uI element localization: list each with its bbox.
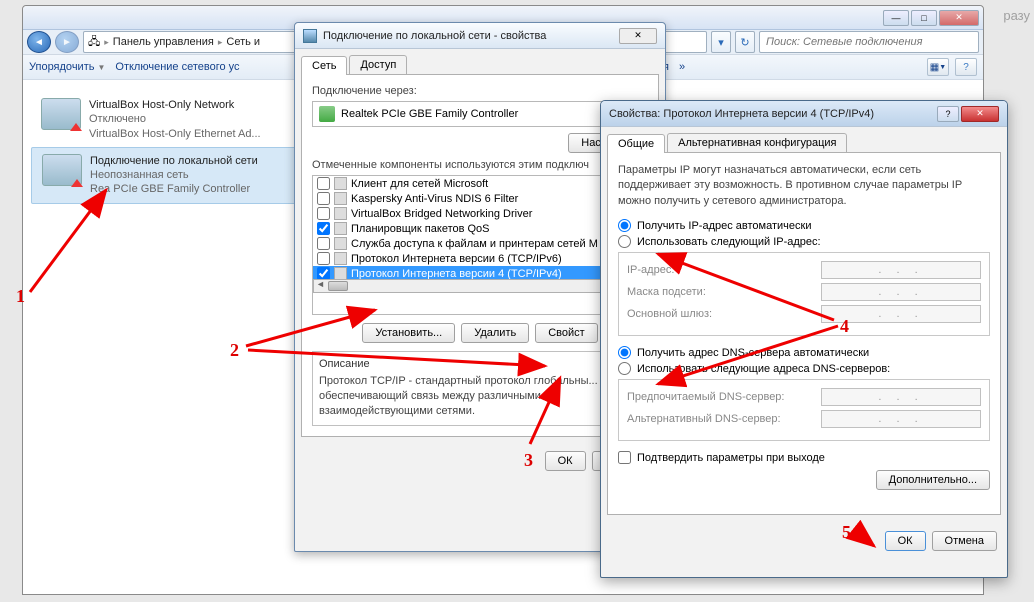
dns2-input: . . . xyxy=(821,410,981,428)
annotation-3: 3 xyxy=(524,450,533,471)
component-checkbox[interactable] xyxy=(317,207,330,220)
component-row: Kaspersky Anti-Virus NDIS 6 Filter xyxy=(313,191,647,206)
dialog-titlebar: Свойства: Протокол Интернета версии 4 (T… xyxy=(601,101,1007,127)
component-list[interactable]: Клиент для сетей Microsoft Kaspersky Ant… xyxy=(312,175,648,315)
cancel-button[interactable]: Отмена xyxy=(932,531,997,551)
dns1-label: Предпочитаемый DNS-сервер: xyxy=(627,391,784,403)
ip-address-input: . . . xyxy=(821,261,981,279)
annotation-4: 4 xyxy=(840,316,849,337)
component-icon xyxy=(334,252,347,265)
ok-button[interactable]: ОК xyxy=(545,451,586,471)
component-row: Служба доступа к файлам и принтерам сете… xyxy=(313,236,647,251)
component-row: Планировщик пакетов QoS xyxy=(313,221,647,236)
forward-button[interactable]: ► xyxy=(55,31,79,53)
refresh-button[interactable]: ↻ xyxy=(735,31,755,53)
component-icon xyxy=(334,192,347,205)
horizontal-scrollbar[interactable] xyxy=(313,279,647,293)
dialog-close-button[interactable]: ✕ xyxy=(961,106,999,122)
radio-manual-ip[interactable]: Использовать следующий IP-адрес: xyxy=(618,235,990,248)
intro-text: Параметры IP могут назначаться автоматич… xyxy=(618,163,990,209)
component-checkbox[interactable] xyxy=(317,222,330,235)
component-checkbox[interactable] xyxy=(317,252,330,265)
dialog-title-text: Подключение по локальной сети - свойства xyxy=(323,30,546,42)
adapter-field: Realtek PCIe GBE Family Controller xyxy=(312,101,648,127)
back-button[interactable]: ◄ xyxy=(27,31,51,53)
dialog-titlebar: Подключение по локальной сети - свойства… xyxy=(295,23,665,49)
annotation-5: 5 xyxy=(842,522,851,543)
confirm-label: Подтвердить параметры при выходе xyxy=(637,452,825,464)
components-label: Отмеченные компоненты используются этим … xyxy=(312,159,648,171)
ip-fields-group: IP-адрес: . . . Маска подсети: . . . Основ… xyxy=(618,252,990,336)
view-icon[interactable]: ▦▼ xyxy=(927,58,949,76)
help-icon[interactable]: ? xyxy=(955,58,977,76)
confirm-checkbox[interactable] xyxy=(618,451,631,464)
adapter-icon xyxy=(42,154,82,186)
toolbar-disable[interactable]: Отключение сетевого ус xyxy=(115,61,239,73)
tab-alt-config[interactable]: Альтернативная конфигурация xyxy=(667,133,847,152)
properties-button[interactable]: Свойст xyxy=(535,323,597,343)
toolbar-more[interactable]: » xyxy=(679,61,685,73)
dialog-icon xyxy=(303,29,317,43)
breadcrumb-icon: 🖧 xyxy=(88,33,100,52)
component-row: Протокол Интернета версии 6 (TCP/IPv6) xyxy=(313,251,647,266)
close-button[interactable]: ✕ xyxy=(939,10,979,26)
remove-button[interactable]: Удалить xyxy=(461,323,529,343)
maximize-button[interactable]: □ xyxy=(911,10,937,26)
component-icon xyxy=(334,237,347,250)
annotation-2: 2 xyxy=(230,340,239,361)
search-input[interactable] xyxy=(759,31,979,53)
dialog-close-button[interactable]: ✕ xyxy=(619,28,657,44)
component-checkbox[interactable] xyxy=(317,177,330,190)
radio-auto-ip[interactable]: Получить IP-адрес автоматически xyxy=(618,219,990,232)
ok-button[interactable]: ОК xyxy=(885,531,926,551)
tab-access[interactable]: Доступ xyxy=(349,55,407,74)
dns-fields-group: Предпочитаемый DNS-сервер: . . . Альтерна… xyxy=(618,379,990,441)
ip-address-label: IP-адрес: xyxy=(627,264,674,276)
mask-label: Маска подсети: xyxy=(627,286,706,298)
background-text: разу xyxy=(1003,8,1030,23)
minimize-button[interactable]: — xyxy=(883,10,909,26)
mask-input: . . . xyxy=(821,283,981,301)
description-box: Описание Протокол TCP/IP - стандартный п… xyxy=(312,351,648,426)
install-button[interactable]: Установить... xyxy=(362,323,455,343)
component-checkbox[interactable] xyxy=(317,192,330,205)
tab-general[interactable]: Общие xyxy=(607,134,665,153)
ipv4-properties-dialog: Свойства: Протокол Интернета версии 4 (T… xyxy=(600,100,1008,578)
component-row: Клиент для сетей Microsoft xyxy=(313,176,647,191)
adapter-icon xyxy=(41,98,81,130)
component-icon xyxy=(334,177,347,190)
nic-icon xyxy=(319,106,335,122)
component-icon xyxy=(334,207,347,220)
dns1-input: . . . xyxy=(821,388,981,406)
crumb-network[interactable]: Сеть и xyxy=(226,36,260,48)
tab-network[interactable]: Сеть xyxy=(301,56,347,75)
help-button[interactable]: ? xyxy=(937,106,959,122)
dialog-title-text: Свойства: Протокол Интернета версии 4 (T… xyxy=(609,108,874,120)
toolbar-organize[interactable]: Упорядочить▼ xyxy=(29,61,105,73)
crumb-control-panel[interactable]: Панель управления xyxy=(113,36,214,48)
component-row: VirtualBox Bridged Networking Driver xyxy=(313,206,647,221)
component-checkbox[interactable] xyxy=(317,237,330,250)
radio-manual-dns[interactable]: Использовать следующие адреса DNS-сервер… xyxy=(618,362,990,375)
annotation-1: 1 xyxy=(16,286,25,307)
connect-via-label: Подключение через: xyxy=(312,85,648,97)
component-icon xyxy=(334,222,347,235)
gateway-label: Основной шлюз: xyxy=(627,308,712,320)
dns2-label: Альтернативный DNS-сервер: xyxy=(627,413,781,425)
breadcrumb-dropdown[interactable]: ▾ xyxy=(711,31,731,53)
radio-auto-dns[interactable]: Получить адрес DNS-сервера автоматически xyxy=(618,346,990,359)
advanced-button[interactable]: Дополнительно... xyxy=(876,470,990,490)
